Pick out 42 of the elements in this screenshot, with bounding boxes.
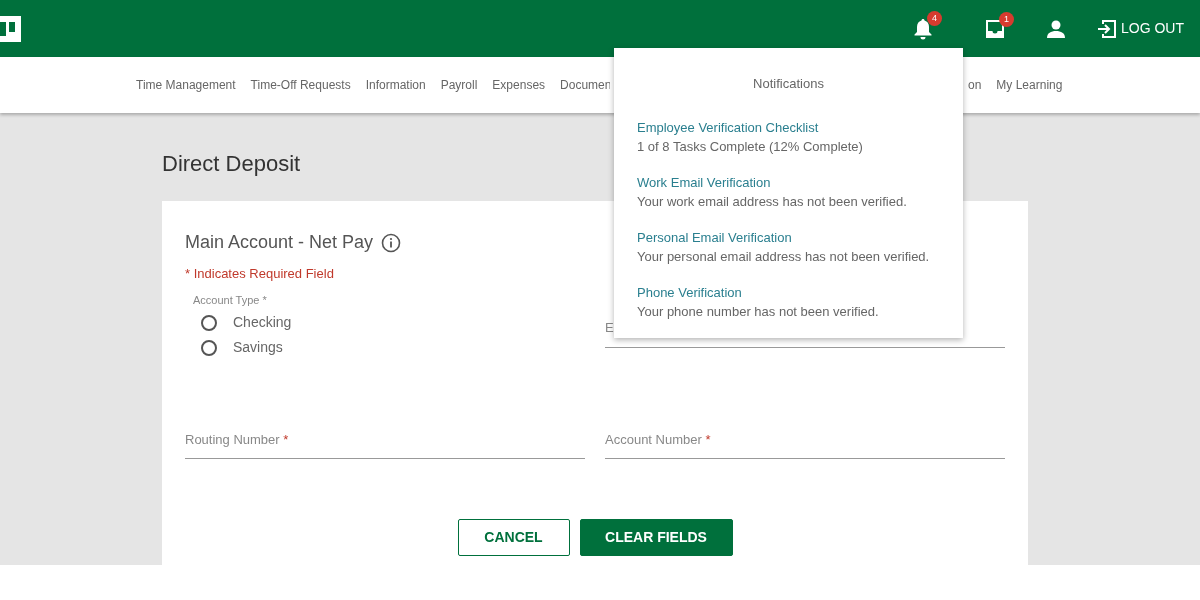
nav-link-item[interactable]: on (968, 76, 982, 94)
notification-link[interactable]: Phone Verification (637, 282, 940, 302)
bell-icon[interactable] (913, 17, 933, 40)
nav-link-item[interactable]: Information (365, 76, 426, 94)
nav-link-item[interactable]: Payroll (440, 76, 478, 94)
radio-button[interactable] (201, 339, 217, 356)
required-note: * Indicates Required Field (185, 265, 335, 283)
logout-button[interactable]: LOG OUT (1097, 18, 1184, 39)
nav-link-item[interactable]: Documen (560, 76, 610, 94)
inbox-icon[interactable] (985, 18, 1005, 39)
nav-link-item[interactable]: Time Management (136, 76, 236, 94)
inbox-count: 1 (999, 11, 1014, 27)
notification-text: Your phone number has not been verified. (637, 303, 880, 321)
notification-link[interactable]: Work Email Verification (637, 172, 940, 192)
input-field[interactable]: Routing Number * (185, 430, 585, 459)
section-title: Main Account - Net Pay (185, 231, 374, 254)
info-icon[interactable] (381, 232, 402, 253)
logo-icon[interactable] (0, 15, 21, 42)
logout-icon (1097, 18, 1117, 39)
input-field[interactable]: Account Number * (605, 430, 1005, 459)
nav-link-item[interactable]: My Learning (996, 76, 1063, 94)
notification-link[interactable]: Personal Email Verification (637, 227, 940, 247)
option-label: Checking (233, 313, 292, 332)
radio-option[interactable]: Savings (201, 337, 605, 358)
option-label: Savings (233, 338, 283, 357)
field-label: Account Type * (193, 292, 268, 308)
required-mark: * (283, 432, 289, 447)
notification-link[interactable]: Employee Verification Checklist (637, 117, 940, 137)
cancel-button[interactable]: CANCEL (457, 518, 570, 556)
notification-text: 1 of 8 Tasks Complete (12% Complete) (637, 138, 864, 156)
radio-option[interactable]: Checking (201, 312, 605, 333)
page-title: Direct Deposit (162, 150, 302, 178)
nav-link-item[interactable]: Time-Off Requests (250, 76, 351, 94)
notification-text: Your personal email address has not been verified. (637, 248, 931, 266)
nav-link-item[interactable]: Expenses (492, 76, 546, 94)
radio-button[interactable] (201, 314, 217, 331)
notification-text: Your work email address has not been verified. (637, 193, 908, 211)
clear-fields-button[interactable]: CLEAR FIELDS (579, 518, 733, 556)
popup-title: Notifications (752, 75, 825, 93)
user-icon[interactable] (1047, 19, 1065, 38)
required-mark: * (705, 432, 711, 447)
notification-count: 4 (927, 10, 942, 26)
